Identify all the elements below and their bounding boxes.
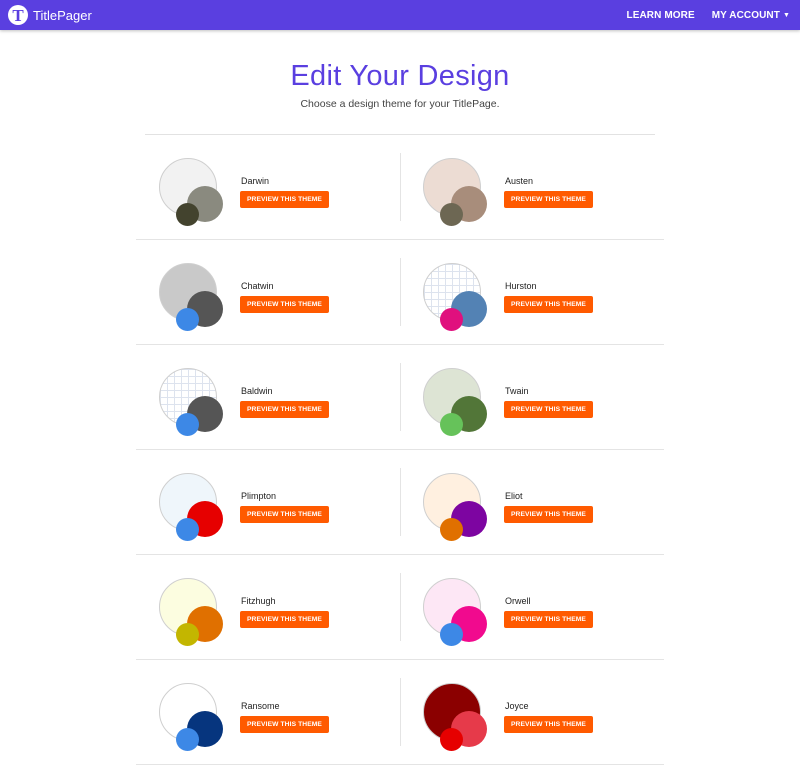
preview-theme-button[interactable]: PREVIEW THIS THEME xyxy=(240,401,329,418)
swatch-accent-circle xyxy=(176,203,199,226)
theme-row: Fitzhugh PREVIEW THIS THEME Orwell PREVIEW … xyxy=(136,555,664,660)
theme-name: Baldwin xyxy=(241,386,273,396)
theme-card-austen: Austen PREVIEW THIS THEME xyxy=(400,135,664,239)
theme-swatch-icon xyxy=(423,683,487,751)
theme-list: Darwin PREVIEW THIS THEME Austen PREVIEW TH… xyxy=(136,135,664,765)
theme-row: Baldwin PREVIEW THIS THEME Twain PREVIEW TH… xyxy=(136,345,664,450)
brand-name: TitlePager xyxy=(33,7,92,23)
theme-card-baldwin: Baldwin PREVIEW THIS THEME xyxy=(136,345,400,449)
theme-name: Chatwin xyxy=(241,281,274,291)
swatch-accent-circle xyxy=(176,413,199,436)
preview-theme-button[interactable]: PREVIEW THIS THEME xyxy=(504,296,593,313)
theme-swatch-icon xyxy=(423,158,487,226)
preview-theme-button[interactable]: PREVIEW THIS THEME xyxy=(240,296,329,313)
swatch-accent-circle xyxy=(176,308,199,331)
theme-swatch-icon xyxy=(423,473,487,541)
theme-name: Hurston xyxy=(505,281,537,291)
swatch-accent-circle xyxy=(440,728,463,751)
swatch-accent-circle xyxy=(440,308,463,331)
theme-card-twain: Twain PREVIEW THIS THEME xyxy=(400,345,664,449)
theme-name: Austen xyxy=(505,176,534,186)
theme-name: Ransome xyxy=(241,701,280,711)
theme-card-eliot: Eliot PREVIEW THIS THEME xyxy=(400,450,664,554)
swatch-accent-circle xyxy=(440,623,463,646)
theme-name: Twain xyxy=(505,386,529,396)
theme-name: Darwin xyxy=(241,176,270,186)
nav-links: LEARN MORE MY ACCOUNT ▼ xyxy=(610,0,791,30)
preview-theme-button[interactable]: PREVIEW THIS THEME xyxy=(240,191,329,208)
preview-theme-button[interactable]: PREVIEW THIS THEME xyxy=(504,611,593,628)
theme-card-darwin: Darwin PREVIEW THIS THEME xyxy=(136,135,400,239)
brand-logo-icon: T xyxy=(8,5,28,25)
swatch-accent-circle xyxy=(440,203,463,226)
theme-swatch-icon xyxy=(159,158,223,226)
learn-more-link[interactable]: LEARN MORE xyxy=(627,10,695,21)
swatch-accent-circle xyxy=(176,623,199,646)
swatch-accent-circle xyxy=(440,518,463,541)
swatch-accent-circle xyxy=(176,518,199,541)
preview-theme-button[interactable]: PREVIEW THIS THEME xyxy=(504,716,593,733)
theme-card-orwell: Orwell PREVIEW THIS THEME xyxy=(400,555,664,659)
theme-swatch-icon xyxy=(159,578,223,646)
page-title: Edit Your Design xyxy=(290,60,510,92)
theme-swatch-icon xyxy=(159,473,223,541)
theme-row: Plimpton PREVIEW THIS THEME Eliot PREVIEW T… xyxy=(136,450,664,555)
page-subtitle: Choose a design theme for your TitlePage… xyxy=(300,98,500,110)
my-account-label: MY ACCOUNT xyxy=(711,9,780,21)
theme-card-fitzhugh: Fitzhugh PREVIEW THIS THEME xyxy=(136,555,400,659)
theme-card-hurston: Hurston PREVIEW THIS THEME xyxy=(400,240,664,344)
theme-swatch-icon xyxy=(423,368,487,436)
top-navbar: T TitlePager LEARN MORE MY ACCOUNT ▼ xyxy=(0,0,800,30)
swatch-accent-circle xyxy=(440,413,463,436)
preview-theme-button[interactable]: PREVIEW THIS THEME xyxy=(240,506,329,523)
preview-theme-button[interactable]: PREVIEW THIS THEME xyxy=(240,716,329,733)
preview-theme-button[interactable]: PREVIEW THIS THEME xyxy=(240,611,329,628)
theme-swatch-icon xyxy=(159,263,223,331)
theme-swatch-icon xyxy=(159,368,223,436)
theme-row: Darwin PREVIEW THIS THEME Austen PREVIEW TH… xyxy=(136,135,664,240)
my-account-dropdown[interactable]: MY ACCOUNT ▼ xyxy=(712,10,790,21)
theme-name: Fitzhugh xyxy=(241,596,276,606)
theme-name: Joyce xyxy=(505,701,529,711)
theme-card-chatwin: Chatwin PREVIEW THIS THEME xyxy=(136,240,400,344)
theme-name: Eliot xyxy=(505,491,523,501)
theme-card-ransome: Ransome PREVIEW THIS THEME xyxy=(136,660,400,764)
preview-theme-button[interactable]: PREVIEW THIS THEME xyxy=(504,401,593,418)
theme-name: Orwell xyxy=(505,596,531,606)
theme-name: Plimpton xyxy=(241,491,277,501)
preview-theme-button[interactable]: PREVIEW THIS THEME xyxy=(504,191,593,208)
theme-swatch-icon xyxy=(423,578,487,646)
theme-row: Chatwin PREVIEW THIS THEME Hurston PREVIEW … xyxy=(136,240,664,345)
theme-card-joyce: Joyce PREVIEW THIS THEME xyxy=(400,660,664,764)
theme-card-plimpton: Plimpton PREVIEW THIS THEME xyxy=(136,450,400,554)
brand-link[interactable]: T TitlePager xyxy=(8,4,92,26)
swatch-accent-circle xyxy=(176,728,199,751)
theme-row: Ransome PREVIEW THIS THEME Joyce PREVIEW TH… xyxy=(136,660,664,765)
preview-theme-button[interactable]: PREVIEW THIS THEME xyxy=(504,506,593,523)
theme-swatch-icon xyxy=(423,263,487,331)
caret-down-icon: ▼ xyxy=(782,11,790,19)
theme-swatch-icon xyxy=(159,683,223,751)
